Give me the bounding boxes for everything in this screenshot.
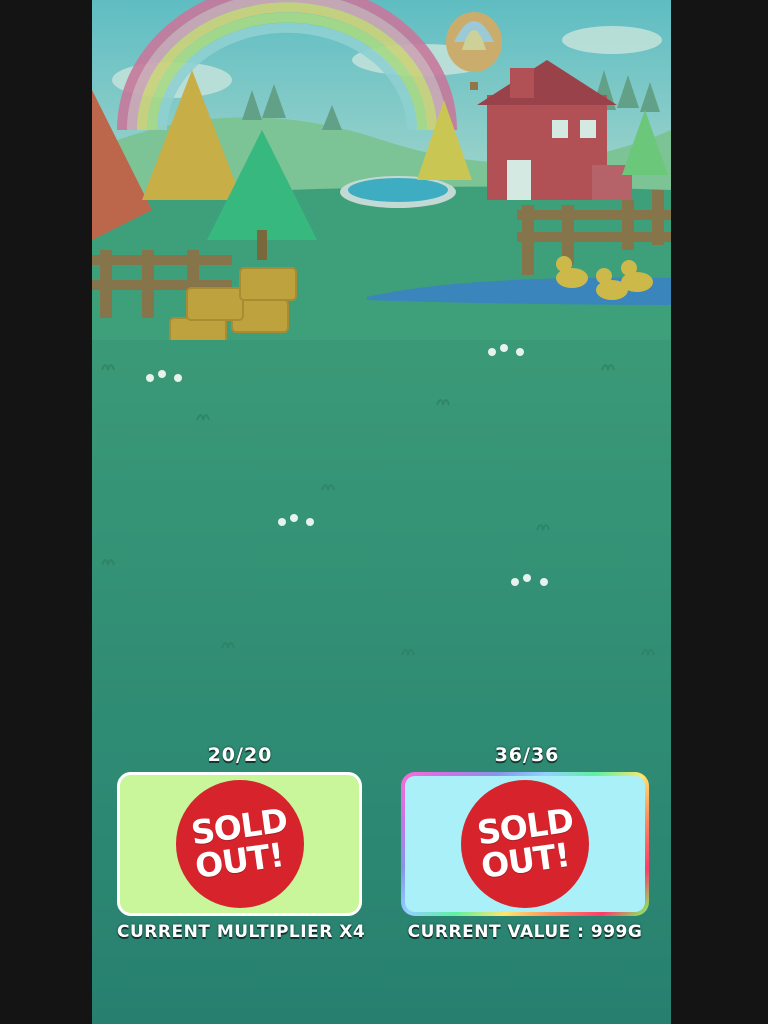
- right-item-stock: 36/36: [494, 744, 560, 766]
- game-screen: 20/20 SOLD OUT! CURRENT MULTIPLIER X4 36…: [92, 0, 671, 1024]
- multiplier-caption: CURRENT MULTIPLIER X4: [117, 922, 366, 942]
- multiplier-card[interactable]: SOLD OUT!: [117, 772, 362, 916]
- sold-out-line2: OUT!: [478, 835, 572, 886]
- farm-scene: [92, 0, 671, 340]
- grass-decor: [101, 344, 655, 656]
- sold-out-line2: OUT!: [192, 835, 286, 886]
- value-card[interactable]: SOLD OUT!: [401, 772, 649, 916]
- sold-out-badge: SOLD OUT!: [461, 780, 589, 908]
- value-caption: CURRENT VALUE : 999G: [407, 922, 643, 942]
- sold-out-badge: SOLD OUT!: [175, 780, 304, 908]
- left-item-stock: 20/20: [207, 744, 273, 766]
